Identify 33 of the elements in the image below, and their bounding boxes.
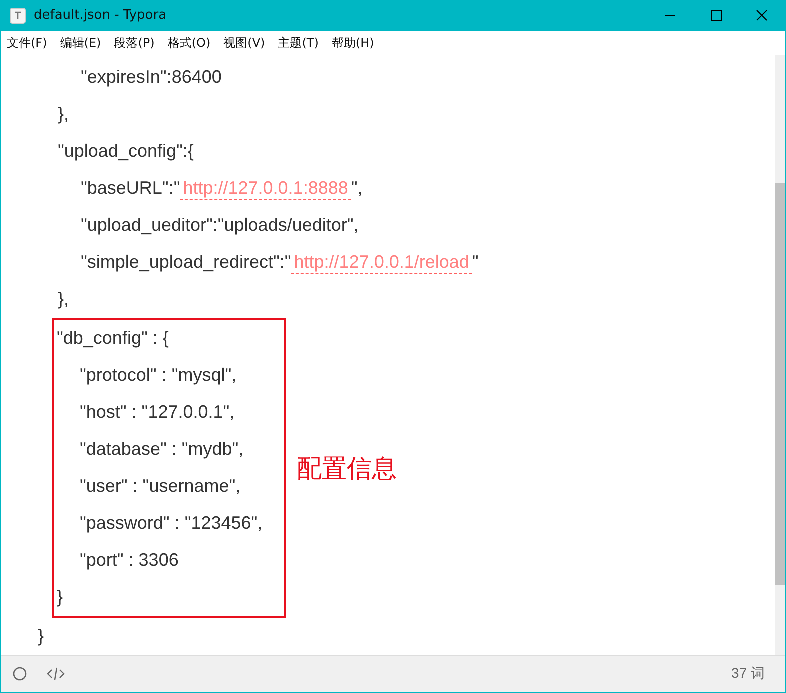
- code-text: "host" : "127.0.0.1",: [80, 402, 235, 422]
- window-title: default.json - Typora: [34, 8, 167, 23]
- code-text: "baseURL":": [81, 178, 180, 198]
- code-text: ": [472, 252, 479, 272]
- code-text: "simple_upload_redirect":": [81, 252, 292, 272]
- code-text: "password" : "123456",: [80, 513, 263, 533]
- scrollbar[interactable]: [775, 55, 785, 655]
- code-text: "expiresIn":86400: [81, 67, 222, 87]
- menu-item[interactable]: 视图(V): [224, 34, 266, 52]
- circle-icon[interactable]: [13, 667, 27, 681]
- code-text: "db_config" : {: [57, 328, 169, 348]
- menu-item[interactable]: 格式(O): [168, 34, 211, 52]
- code-text: },: [58, 104, 70, 124]
- app-icon: [10, 8, 26, 24]
- code-text: ",: [351, 178, 363, 198]
- code-text: }: [38, 626, 44, 646]
- code-text: "port" : 3306: [80, 550, 179, 570]
- code-text: },: [58, 289, 70, 309]
- code-text: "database" : "mydb",: [80, 439, 244, 459]
- code-text: "protocol" : "mysql",: [80, 365, 237, 385]
- code-icon[interactable]: [47, 667, 65, 681]
- scrollbar-thumb[interactable]: [775, 183, 785, 585]
- menu-item[interactable]: 帮助(H): [332, 34, 374, 52]
- code-text: "upload_ueditor":"uploads/ueditor",: [81, 215, 359, 235]
- annotation-text: 配置信息: [297, 452, 397, 484]
- menu-item[interactable]: 编辑(E): [60, 34, 102, 52]
- menu-item[interactable]: 主题(T): [278, 34, 319, 52]
- word-count: 37 词: [732, 665, 765, 683]
- code-text: }: [57, 587, 64, 607]
- menu-item[interactable]: 文件(F): [7, 34, 48, 52]
- code-text: "upload_config":{: [58, 141, 194, 161]
- menu-item[interactable]: 段落(P): [114, 34, 155, 52]
- code-text: "user" : "username",: [80, 476, 241, 496]
